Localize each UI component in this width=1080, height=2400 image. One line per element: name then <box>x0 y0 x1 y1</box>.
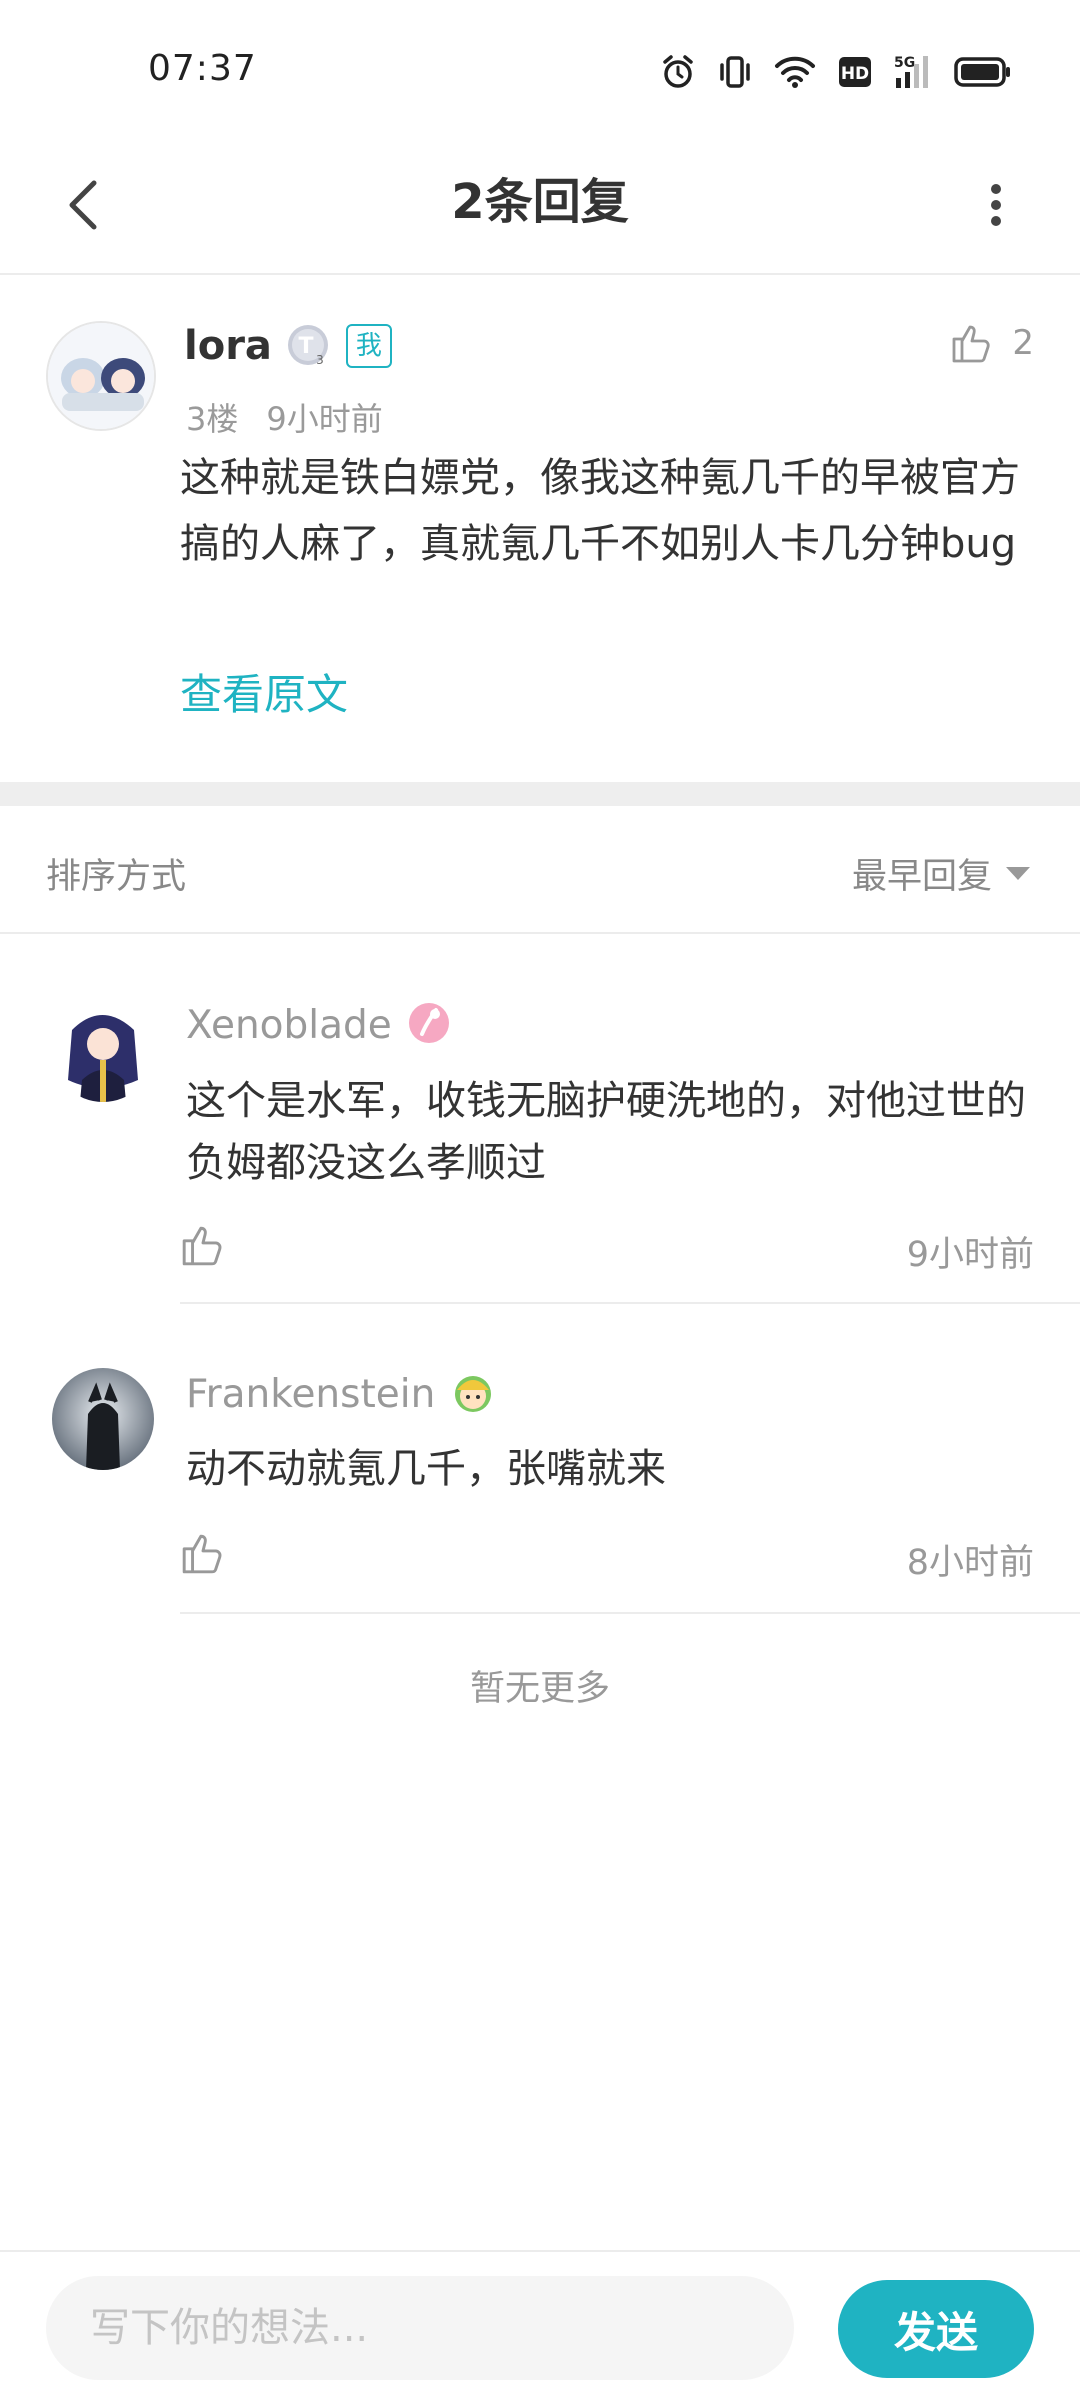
divider <box>180 1612 1080 1614</box>
svg-text:3: 3 <box>316 353 324 367</box>
medal-icon <box>406 1000 452 1050</box>
send-button[interactable]: 发送 <box>838 2280 1034 2378</box>
section-divider <box>0 782 1080 806</box>
thumbs-up-icon <box>952 325 990 363</box>
view-original-link[interactable]: 查看原文 <box>180 661 348 722</box>
sort-label: 排序方式 <box>46 857 187 897</box>
reply-username[interactable]: Frankenstein <box>186 1372 435 1417</box>
battery-icon <box>954 56 1012 88</box>
reply-user-row: Xenoblade <box>186 1000 452 1050</box>
reply-username[interactable]: Xenoblade <box>186 1003 392 1048</box>
sort-dropdown[interactable]: 最早回复 <box>852 848 1030 899</box>
avatar[interactable] <box>52 1368 154 1470</box>
like-count: 2 <box>1012 323 1034 363</box>
sort-selected: 最早回复 <box>851 857 992 897</box>
reply-like-button[interactable] <box>180 1530 230 1580</box>
reply-like-button[interactable] <box>180 1222 230 1272</box>
level-badge-icon: T3 <box>286 323 332 369</box>
avatar[interactable] <box>52 1000 154 1102</box>
page-title: 2条回复 <box>451 174 629 230</box>
thumbs-up-icon <box>182 1534 222 1574</box>
comment-input[interactable] <box>46 2276 794 2380</box>
status-icons: HD 5G <box>660 50 1012 94</box>
post-user-row: lora T3 我 <box>184 323 392 369</box>
reply-item: Frankenstein 动不动就氪几千，张嘴就来 8小时前 <box>0 1304 1080 1614</box>
post-time: 9小时前 <box>266 400 383 438</box>
status-time: 07:37 <box>148 48 257 89</box>
more-options-button[interactable] <box>956 165 1036 245</box>
avatar[interactable] <box>46 321 156 431</box>
me-badge: 我 <box>345 324 392 368</box>
avatar-image <box>52 1368 154 1470</box>
avatar-image <box>52 1000 154 1102</box>
wifi-icon <box>774 55 816 89</box>
more-vertical-icon <box>991 184 1001 226</box>
reply-item: Xenoblade 这个是水军，收钱无脑护硬洗地的，对他过世的负姆都没这么孝顺过… <box>0 934 1080 1304</box>
comment-composer: 发送 <box>0 2250 1080 2400</box>
svg-text:5G: 5G <box>894 55 915 71</box>
reply-text: 这个是水军，收钱无脑护硬洗地的，对他过世的负姆都没这么孝顺过 <box>186 1078 1026 1186</box>
original-comment: lora T3 我 3楼 9小时前 2 这种就是铁白嫖党，像我这种氪几千的早被官方… <box>0 277 1080 782</box>
nav-header: 2条回复 <box>0 140 1080 275</box>
reply-time: 9小时前 <box>906 1235 1034 1275</box>
reply-time: 8小时前 <box>906 1543 1034 1583</box>
no-more-label: 暂无更多 <box>469 1669 610 1709</box>
username[interactable]: lora <box>184 323 272 369</box>
5g-signal-icon: 5G <box>894 54 932 90</box>
status-bar: 07:37 HD 5G <box>0 0 1080 140</box>
comment-text: 这种就是铁白嫖党，像我这种氪几千的早被官方搞的人麻了，真就氪几千不如别人卡几分钟… <box>180 455 1020 567</box>
post-meta: 3楼 9小时前 <box>186 394 383 440</box>
reply-user-row: Frankenstein <box>186 1368 497 1420</box>
hd-icon: HD <box>838 56 872 88</box>
alarm-icon <box>660 54 696 90</box>
avatar-image <box>48 323 154 429</box>
thumbs-up-icon <box>182 1226 222 1266</box>
vibrate-icon <box>718 54 752 90</box>
caret-down-icon <box>1006 867 1030 880</box>
floor-label: 3楼 <box>186 400 239 438</box>
like-button[interactable]: 2 <box>950 321 1034 365</box>
medal-icon <box>449 1368 497 1420</box>
svg-text:T: T <box>298 334 313 359</box>
reply-text: 动不动就氪几千，张嘴就来 <box>186 1446 666 1492</box>
sort-bar: 排序方式 最早回复 <box>0 806 1080 934</box>
svg-text:HD: HD <box>841 64 869 84</box>
